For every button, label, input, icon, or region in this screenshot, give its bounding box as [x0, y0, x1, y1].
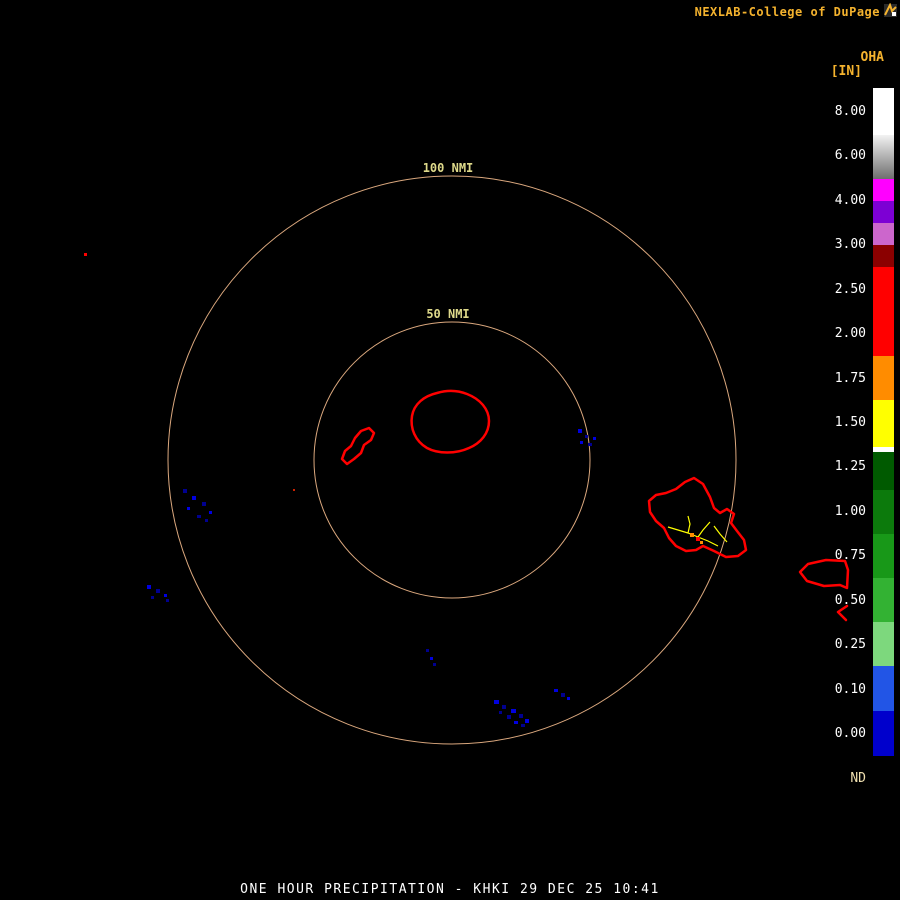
precip-pixel [151, 596, 154, 599]
precip-pixel [567, 697, 570, 700]
precip-pixel [187, 507, 190, 510]
legend-colorbar [873, 88, 894, 756]
precip-pixel [433, 663, 436, 666]
range-ring-label: 50 NMI [426, 307, 469, 321]
precip-pixel [507, 715, 511, 719]
molokai-west-outline [798, 558, 850, 590]
legend-units-label: [IN] [830, 64, 862, 79]
legend-color-block [873, 356, 894, 400]
precip-pixel [84, 253, 87, 256]
precip-pixel [499, 711, 502, 714]
h2-highway [687, 515, 691, 534]
legend-color-block [873, 534, 894, 578]
likelike-highway [713, 525, 728, 543]
precip-pixel [293, 489, 295, 491]
precip-pixel [578, 429, 582, 433]
precip-pixel [519, 714, 523, 718]
radar-display: 100 NMI 50 NMI [84, 161, 850, 745]
legend-color-block [873, 223, 894, 245]
legend-station-label: OHA [860, 50, 884, 65]
kauai-outline [410, 389, 491, 454]
product-caption: ONE HOUR PRECIPITATION - KHKI 29 DEC 25 … [240, 882, 660, 897]
range-ring [167, 175, 737, 745]
precip-pixel [514, 721, 518, 724]
precip-pixel [502, 705, 506, 709]
legend-color-block [873, 666, 894, 711]
legend-color-block [873, 452, 894, 490]
h3-highway [697, 521, 711, 538]
precip-pixel [696, 537, 700, 541]
legend-color-block [873, 490, 894, 534]
range-ring-label: 100 NMI [423, 161, 474, 175]
precip-pixel [585, 435, 588, 438]
precip-pixel [561, 693, 565, 697]
coast-fragment-outline [836, 604, 849, 622]
precip-pixel [164, 594, 167, 597]
precip-pixel [156, 589, 160, 593]
precip-pixel [166, 599, 169, 602]
legend-color-block [873, 578, 894, 622]
legend-color-block [873, 135, 894, 179]
precip-pixel [494, 700, 499, 704]
legend-color-block [873, 201, 894, 223]
precip-pixel [192, 496, 196, 500]
precip-pixel [426, 649, 429, 652]
precip-pixel [209, 511, 212, 514]
precip-pixel [593, 437, 596, 440]
precip-pixel [430, 657, 433, 660]
precip-pixel [147, 585, 151, 589]
precip-pixel [554, 689, 558, 692]
precip-pixel [690, 533, 694, 537]
legend-color-block [873, 245, 894, 267]
niihau-outline [340, 426, 376, 466]
oahu-outline [647, 476, 748, 559]
precip-pixel [205, 519, 208, 522]
legend-color-block [873, 88, 894, 135]
precip-pixel [588, 443, 592, 446]
precip-pixel [580, 441, 583, 444]
precip-pixel [197, 515, 201, 518]
precip-pixel [183, 489, 187, 493]
legend-color-block [873, 622, 894, 666]
legend-color-block [873, 400, 894, 447]
legend-color-block [873, 179, 894, 201]
legend-color-block [873, 267, 894, 356]
legend-color-block [873, 711, 894, 756]
range-ring [313, 321, 591, 599]
precip-pixel [700, 541, 703, 544]
precip-pixel [521, 724, 525, 727]
precip-pixel [525, 719, 529, 723]
radar-screen: NEXLAB-College of DuPage 100 NMI 50 NMI O… [0, 0, 900, 900]
precip-pixel [511, 709, 516, 713]
precip-pixel [202, 502, 206, 506]
